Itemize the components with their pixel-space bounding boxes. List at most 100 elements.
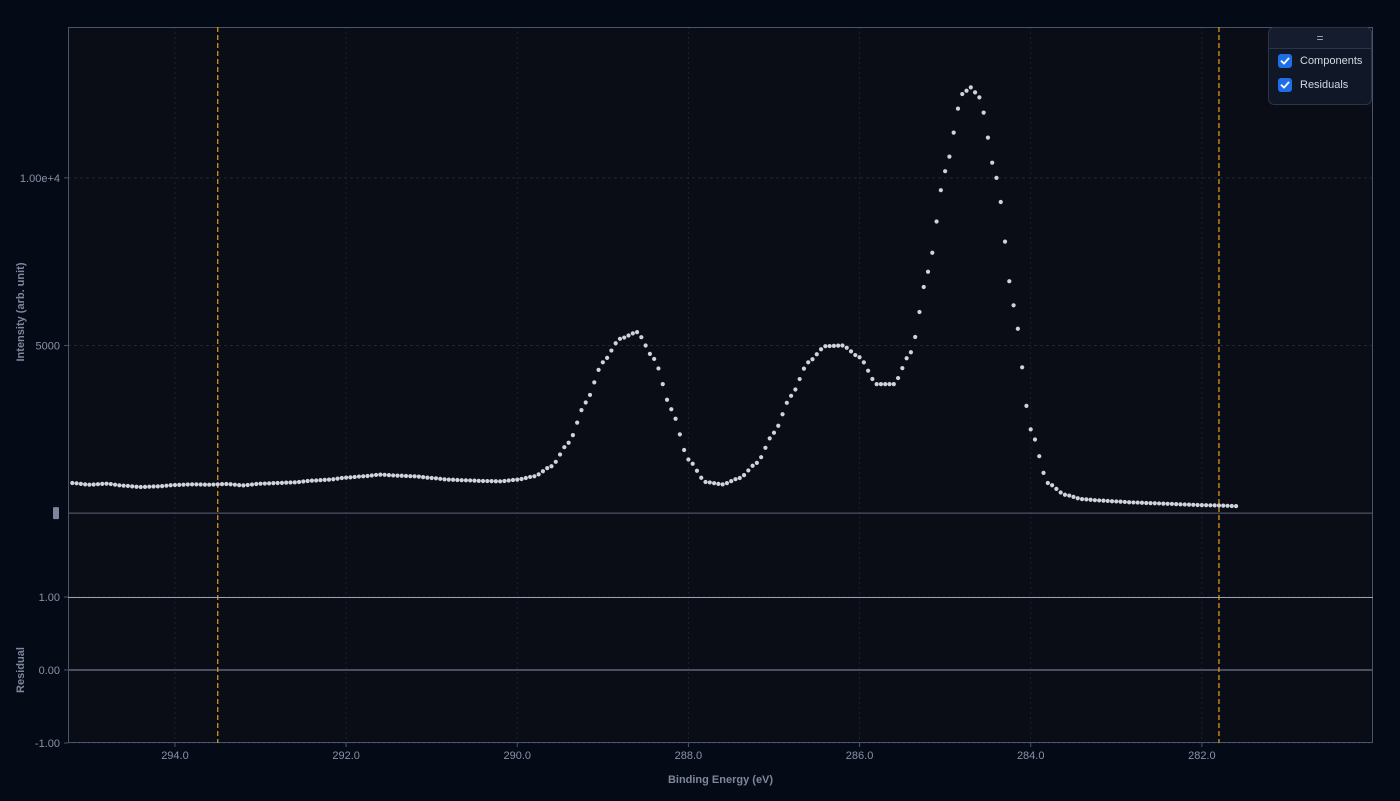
data-point xyxy=(1191,502,1196,507)
data-point xyxy=(866,368,871,373)
data-point xyxy=(1032,437,1038,442)
data-point xyxy=(947,154,952,159)
data-point xyxy=(545,466,550,471)
data-point xyxy=(883,381,888,387)
data-point xyxy=(83,482,88,487)
data-point xyxy=(1199,503,1204,508)
data-point xyxy=(921,284,926,290)
data-point xyxy=(622,335,627,340)
data-point xyxy=(344,475,349,480)
data-point xyxy=(1097,498,1102,503)
legend-drag-handle[interactable]: = xyxy=(1269,28,1371,49)
data-point xyxy=(1037,454,1042,459)
data-point xyxy=(780,412,785,417)
data-point xyxy=(711,481,717,486)
data-point xyxy=(100,481,105,486)
data-point xyxy=(386,473,391,478)
chart-svg: 294.0 292.0 290.0 288.0 286.0 284.0 282.0 5000 1… xyxy=(15,27,1373,786)
data-point xyxy=(1114,499,1119,504)
data-point xyxy=(895,375,901,381)
data-point xyxy=(801,366,807,371)
data-point xyxy=(592,380,597,385)
data-point xyxy=(853,352,858,358)
data-point xyxy=(977,95,982,100)
data-point xyxy=(318,478,323,483)
data-point xyxy=(694,468,700,473)
data-point xyxy=(352,474,357,480)
data-point xyxy=(840,343,845,348)
residual-y-tick-label: 1.00 xyxy=(39,592,60,604)
data-point xyxy=(207,482,212,487)
data-point xyxy=(707,480,712,485)
data-point xyxy=(262,481,267,486)
data-point xyxy=(151,484,156,489)
data-point xyxy=(630,331,635,336)
data-point xyxy=(972,90,978,95)
data-point xyxy=(587,392,593,398)
data-point xyxy=(1148,501,1153,506)
x-tick-label: 288.0 xyxy=(675,750,703,762)
data-point xyxy=(806,360,811,365)
data-point xyxy=(211,482,216,487)
data-point xyxy=(74,481,79,486)
data-point xyxy=(1229,503,1234,509)
data-point xyxy=(874,381,879,387)
data-point xyxy=(168,483,173,488)
data-point xyxy=(647,351,653,356)
data-point xyxy=(412,474,417,479)
data-point xyxy=(177,482,182,487)
data-point xyxy=(1186,502,1192,507)
legend-item-residuals[interactable]: Residuals xyxy=(1269,73,1371,97)
data-point xyxy=(125,483,130,489)
data-point xyxy=(1118,499,1123,504)
residuals-checkbox[interactable] xyxy=(1278,78,1292,92)
legend-panel[interactable]: = Components Residuals xyxy=(1268,27,1372,105)
data-point xyxy=(121,483,126,488)
data-point xyxy=(1131,500,1136,505)
data-point xyxy=(108,481,113,487)
legend-item-components[interactable]: Components xyxy=(1269,49,1371,73)
data-point xyxy=(215,482,220,487)
data-point xyxy=(1152,501,1157,506)
data-point xyxy=(189,482,195,487)
data-point xyxy=(1007,279,1012,284)
data-point xyxy=(134,484,139,489)
data-point xyxy=(480,478,486,484)
data-point xyxy=(1024,403,1029,408)
data-point xyxy=(720,482,725,487)
data-point xyxy=(878,381,884,387)
data-point xyxy=(348,475,353,480)
data-point xyxy=(930,250,935,255)
data-point xyxy=(442,477,447,482)
data-point xyxy=(219,482,225,487)
data-point xyxy=(305,478,310,484)
data-point xyxy=(793,387,798,392)
data-point xyxy=(446,477,451,482)
data-point xyxy=(1062,492,1068,497)
data-point xyxy=(1204,503,1209,508)
data-point xyxy=(429,475,434,481)
data-point xyxy=(284,480,289,485)
components-checkbox[interactable] xyxy=(1278,54,1292,68)
data-point xyxy=(438,476,443,481)
legend-item-label: Residuals xyxy=(1300,79,1349,91)
data-point xyxy=(1182,502,1187,507)
data-point xyxy=(117,483,122,488)
data-point xyxy=(421,475,426,480)
data-point xyxy=(1195,502,1200,508)
data-point xyxy=(1208,503,1213,508)
data-point xyxy=(857,355,862,360)
data-point xyxy=(258,481,263,486)
data-point xyxy=(194,482,199,487)
data-point xyxy=(617,336,623,341)
data-point xyxy=(643,343,648,348)
data-point xyxy=(699,475,704,480)
data-point xyxy=(870,376,875,382)
data-point xyxy=(861,360,866,365)
data-point xyxy=(382,472,387,477)
data-point xyxy=(934,219,939,224)
data-point xyxy=(1105,498,1110,504)
data-point xyxy=(275,480,280,486)
data-point xyxy=(399,473,404,478)
data-point xyxy=(750,463,755,468)
